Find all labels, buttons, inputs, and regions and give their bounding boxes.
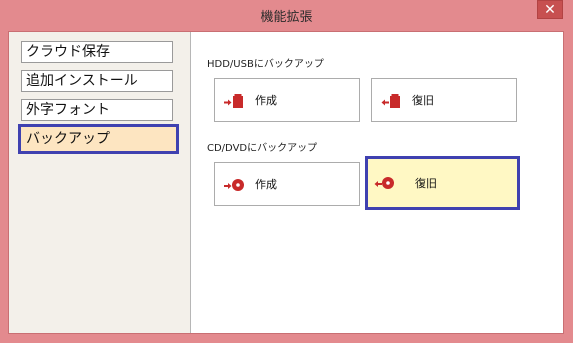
import-disc-icon (374, 177, 394, 189)
export-disc-icon (224, 179, 244, 191)
close-button[interactable]: ✕ (537, 0, 563, 19)
close-icon: ✕ (544, 2, 556, 18)
dialog-content: クラウド保存 追加インストール 外字フォント バックアップ HDD/USBにバッ… (8, 31, 564, 334)
title-bar[interactable]: 機能拡張 ✕ (0, 0, 573, 31)
hdd-restore-button[interactable]: 復旧 (371, 78, 517, 122)
cd-dvd-section-label: CD/DVDにバックアップ (207, 143, 318, 154)
sidebar-item-cloud-save[interactable]: クラウド保存 (21, 41, 173, 63)
cd-restore-label: 復旧 (415, 177, 437, 190)
cd-create-label: 作成 (255, 178, 277, 191)
import-drive-icon (381, 94, 400, 108)
sidebar-item-backup[interactable]: バックアップ (18, 124, 179, 154)
hdd-restore-label: 復旧 (412, 94, 434, 107)
hdd-usb-section-label: HDD/USBにバックアップ (207, 59, 324, 70)
export-drive-icon (224, 94, 243, 108)
cd-restore-button[interactable]: 復旧 (365, 156, 520, 210)
cd-create-button[interactable]: 作成 (214, 162, 360, 206)
dialog-window: 機能拡張 ✕ クラウド保存 追加インストール 外字フォント バックアップ HDD… (0, 0, 573, 343)
sidebar: クラウド保存 追加インストール 外字フォント バックアップ (9, 32, 191, 333)
window-title: 機能拡張 (260, 10, 313, 25)
sidebar-item-additional-install[interactable]: 追加インストール (21, 70, 173, 92)
hdd-create-button[interactable]: 作成 (214, 78, 360, 122)
hdd-create-label: 作成 (255, 94, 277, 107)
sidebar-item-external-font[interactable]: 外字フォント (21, 99, 173, 121)
